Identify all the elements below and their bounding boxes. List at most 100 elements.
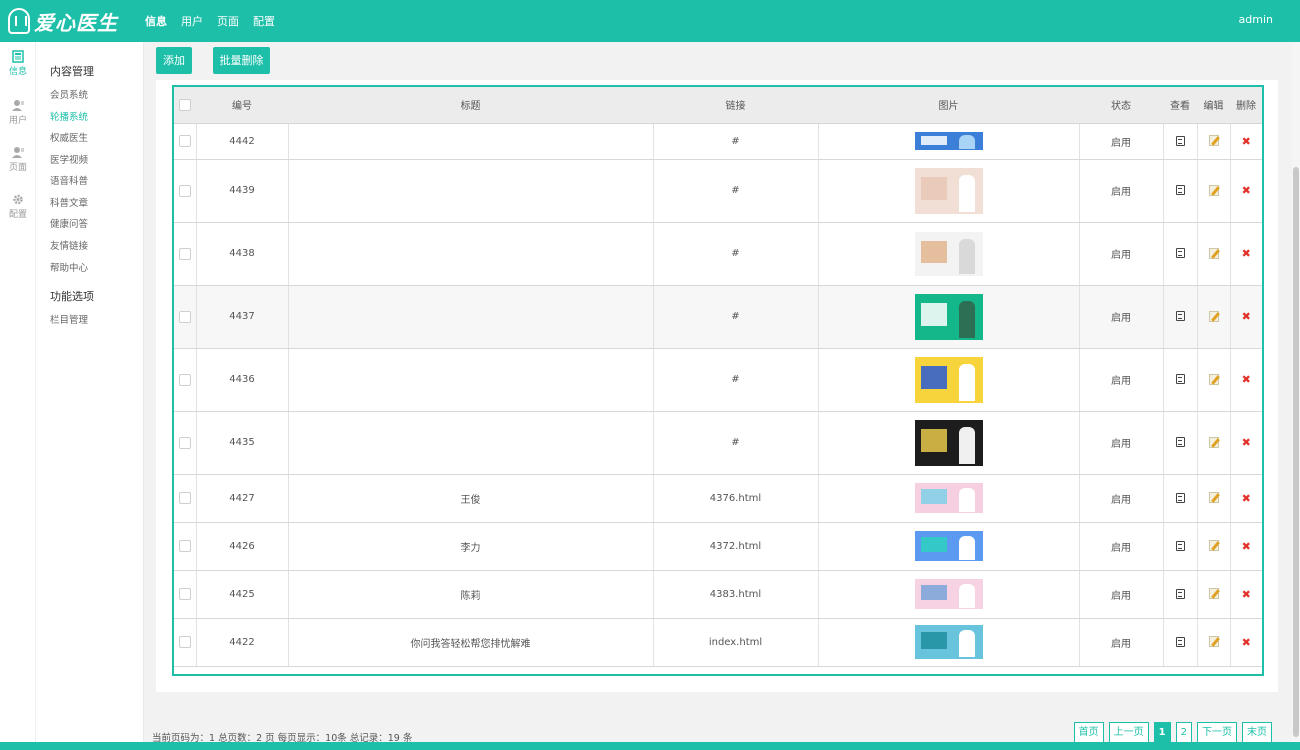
delete-icon[interactable]: ✖ bbox=[1242, 436, 1251, 449]
delete-icon[interactable]: ✖ bbox=[1242, 247, 1251, 260]
row-id: 4426 bbox=[196, 522, 289, 571]
vertical-scrollbar[interactable] bbox=[1292, 42, 1300, 742]
add-button[interactable]: 添加 bbox=[156, 47, 192, 74]
batch-delete-button[interactable]: 批量删除 bbox=[213, 47, 270, 74]
row-link: # bbox=[653, 285, 819, 349]
table-row: 4426 李力 4372.html 启用 ✖ bbox=[174, 522, 1262, 571]
view-icon[interactable] bbox=[1175, 374, 1185, 384]
pager-page-2[interactable]: 2 bbox=[1175, 722, 1192, 744]
pager-prev[interactable]: 上一页 bbox=[1108, 722, 1149, 744]
view-icon[interactable] bbox=[1175, 135, 1185, 146]
menu-item-videos[interactable]: 医学视频 bbox=[50, 152, 88, 166]
view-icon[interactable] bbox=[1175, 636, 1185, 647]
row-checkbox[interactable] bbox=[174, 618, 197, 667]
col-header-image[interactable]: 图片 bbox=[818, 87, 1079, 124]
row-checkbox[interactable] bbox=[174, 411, 197, 475]
logo[interactable]: 爱心医生 bbox=[8, 6, 118, 36]
scrollbar-thumb[interactable] bbox=[1293, 167, 1299, 737]
delete-icon[interactable]: ✖ bbox=[1242, 373, 1251, 386]
row-delete-cell: ✖ bbox=[1230, 522, 1262, 571]
edit-icon[interactable] bbox=[1208, 588, 1219, 600]
view-icon[interactable] bbox=[1175, 248, 1185, 258]
col-header-link[interactable]: 链接 bbox=[653, 87, 818, 124]
menu-item-members[interactable]: 会员系统 bbox=[50, 87, 88, 101]
row-delete-cell: ✖ bbox=[1230, 222, 1262, 286]
row-checkbox[interactable] bbox=[174, 522, 197, 571]
view-icon[interactable] bbox=[1175, 588, 1185, 599]
delete-icon[interactable]: ✖ bbox=[1242, 588, 1251, 601]
edit-icon[interactable] bbox=[1208, 373, 1219, 385]
banner-thumbnail[interactable] bbox=[914, 293, 983, 340]
menu-item-articles[interactable]: 科普文章 bbox=[50, 195, 88, 209]
edit-icon[interactable] bbox=[1208, 247, 1219, 259]
pager-first[interactable]: 首页 bbox=[1073, 722, 1104, 744]
view-icon[interactable] bbox=[1175, 437, 1185, 447]
row-checkbox[interactable] bbox=[174, 285, 197, 349]
row-status: 启用 bbox=[1079, 474, 1164, 523]
row-status: 启用 bbox=[1079, 411, 1164, 475]
banner-thumbnail[interactable] bbox=[914, 625, 983, 659]
top-nav-info[interactable]: 信息 bbox=[145, 13, 167, 29]
menu-item-audio[interactable]: 语音科普 bbox=[50, 173, 88, 187]
menu-item-links[interactable]: 友情链接 bbox=[50, 238, 88, 252]
pager-next[interactable]: 下一页 bbox=[1197, 722, 1237, 744]
view-icon[interactable] bbox=[1175, 540, 1185, 551]
banner-thumbnail[interactable] bbox=[914, 579, 983, 609]
row-checkbox[interactable] bbox=[174, 348, 197, 412]
banner-thumbnail[interactable] bbox=[914, 167, 983, 214]
row-checkbox[interactable] bbox=[174, 123, 197, 160]
banner-thumbnail[interactable] bbox=[914, 483, 983, 513]
banner-thumbnail[interactable] bbox=[914, 356, 983, 403]
edit-icon[interactable] bbox=[1208, 540, 1219, 552]
edit-icon[interactable] bbox=[1208, 184, 1219, 196]
banner-thumbnail[interactable] bbox=[914, 419, 983, 466]
select-all-checkbox[interactable] bbox=[174, 87, 196, 124]
menu-item-carousel[interactable]: 轮播系统 bbox=[50, 109, 88, 123]
row-checkbox[interactable] bbox=[174, 570, 197, 619]
iconcol-item-info[interactable]: 信息 bbox=[0, 50, 36, 77]
row-view-cell bbox=[1163, 159, 1198, 223]
col-header-title[interactable]: 标题 bbox=[288, 87, 653, 124]
menu-item-columns[interactable]: 栏目管理 bbox=[50, 312, 88, 326]
banner-thumbnail[interactable] bbox=[914, 231, 983, 276]
icon-column: 信息 用户 页面 配置 bbox=[0, 42, 36, 750]
edit-icon[interactable] bbox=[1208, 492, 1219, 504]
top-nav-users[interactable]: 用户 bbox=[181, 13, 203, 29]
user-icon bbox=[12, 100, 24, 111]
banner-thumbnail[interactable] bbox=[914, 132, 983, 150]
row-delete-cell: ✖ bbox=[1230, 411, 1262, 475]
iconcol-item-users[interactable]: 用户 bbox=[0, 99, 36, 126]
menu-item-doctors[interactable]: 权威医生 bbox=[50, 130, 88, 144]
admin-user-label[interactable]: admin bbox=[1239, 13, 1273, 26]
iconcol-item-pages[interactable]: 页面 bbox=[0, 146, 36, 173]
delete-icon[interactable]: ✖ bbox=[1242, 492, 1251, 505]
row-checkbox[interactable] bbox=[174, 474, 197, 523]
view-icon[interactable] bbox=[1175, 185, 1185, 195]
col-header-id[interactable]: 编号 bbox=[196, 87, 288, 124]
row-image-cell bbox=[818, 159, 1080, 223]
table-row: 4436 # 启用 ✖ bbox=[174, 348, 1262, 412]
banner-thumbnail[interactable] bbox=[914, 531, 983, 561]
col-header-status[interactable]: 状态 bbox=[1079, 87, 1163, 124]
delete-icon[interactable]: ✖ bbox=[1242, 310, 1251, 323]
edit-icon[interactable] bbox=[1208, 636, 1219, 648]
row-checkbox[interactable] bbox=[174, 159, 197, 223]
edit-icon[interactable] bbox=[1208, 310, 1219, 322]
pager-page-1[interactable]: 1 bbox=[1153, 722, 1171, 744]
row-checkbox[interactable] bbox=[174, 222, 197, 286]
delete-icon[interactable]: ✖ bbox=[1242, 184, 1251, 197]
delete-icon[interactable]: ✖ bbox=[1242, 636, 1251, 649]
view-icon[interactable] bbox=[1175, 492, 1185, 503]
menu-item-qa[interactable]: 健康问答 bbox=[50, 216, 88, 230]
row-image-cell bbox=[818, 348, 1080, 412]
top-nav-config[interactable]: 配置 bbox=[253, 13, 275, 29]
edit-icon[interactable] bbox=[1208, 135, 1219, 147]
delete-icon[interactable]: ✖ bbox=[1242, 135, 1251, 148]
menu-item-help[interactable]: 帮助中心 bbox=[50, 260, 88, 274]
delete-icon[interactable]: ✖ bbox=[1242, 540, 1251, 553]
edit-icon[interactable] bbox=[1208, 436, 1219, 448]
top-nav-pages[interactable]: 页面 bbox=[217, 13, 239, 29]
view-icon[interactable] bbox=[1175, 311, 1185, 321]
iconcol-item-config[interactable]: 配置 bbox=[0, 193, 36, 220]
pager-last[interactable]: 末页 bbox=[1242, 722, 1272, 744]
